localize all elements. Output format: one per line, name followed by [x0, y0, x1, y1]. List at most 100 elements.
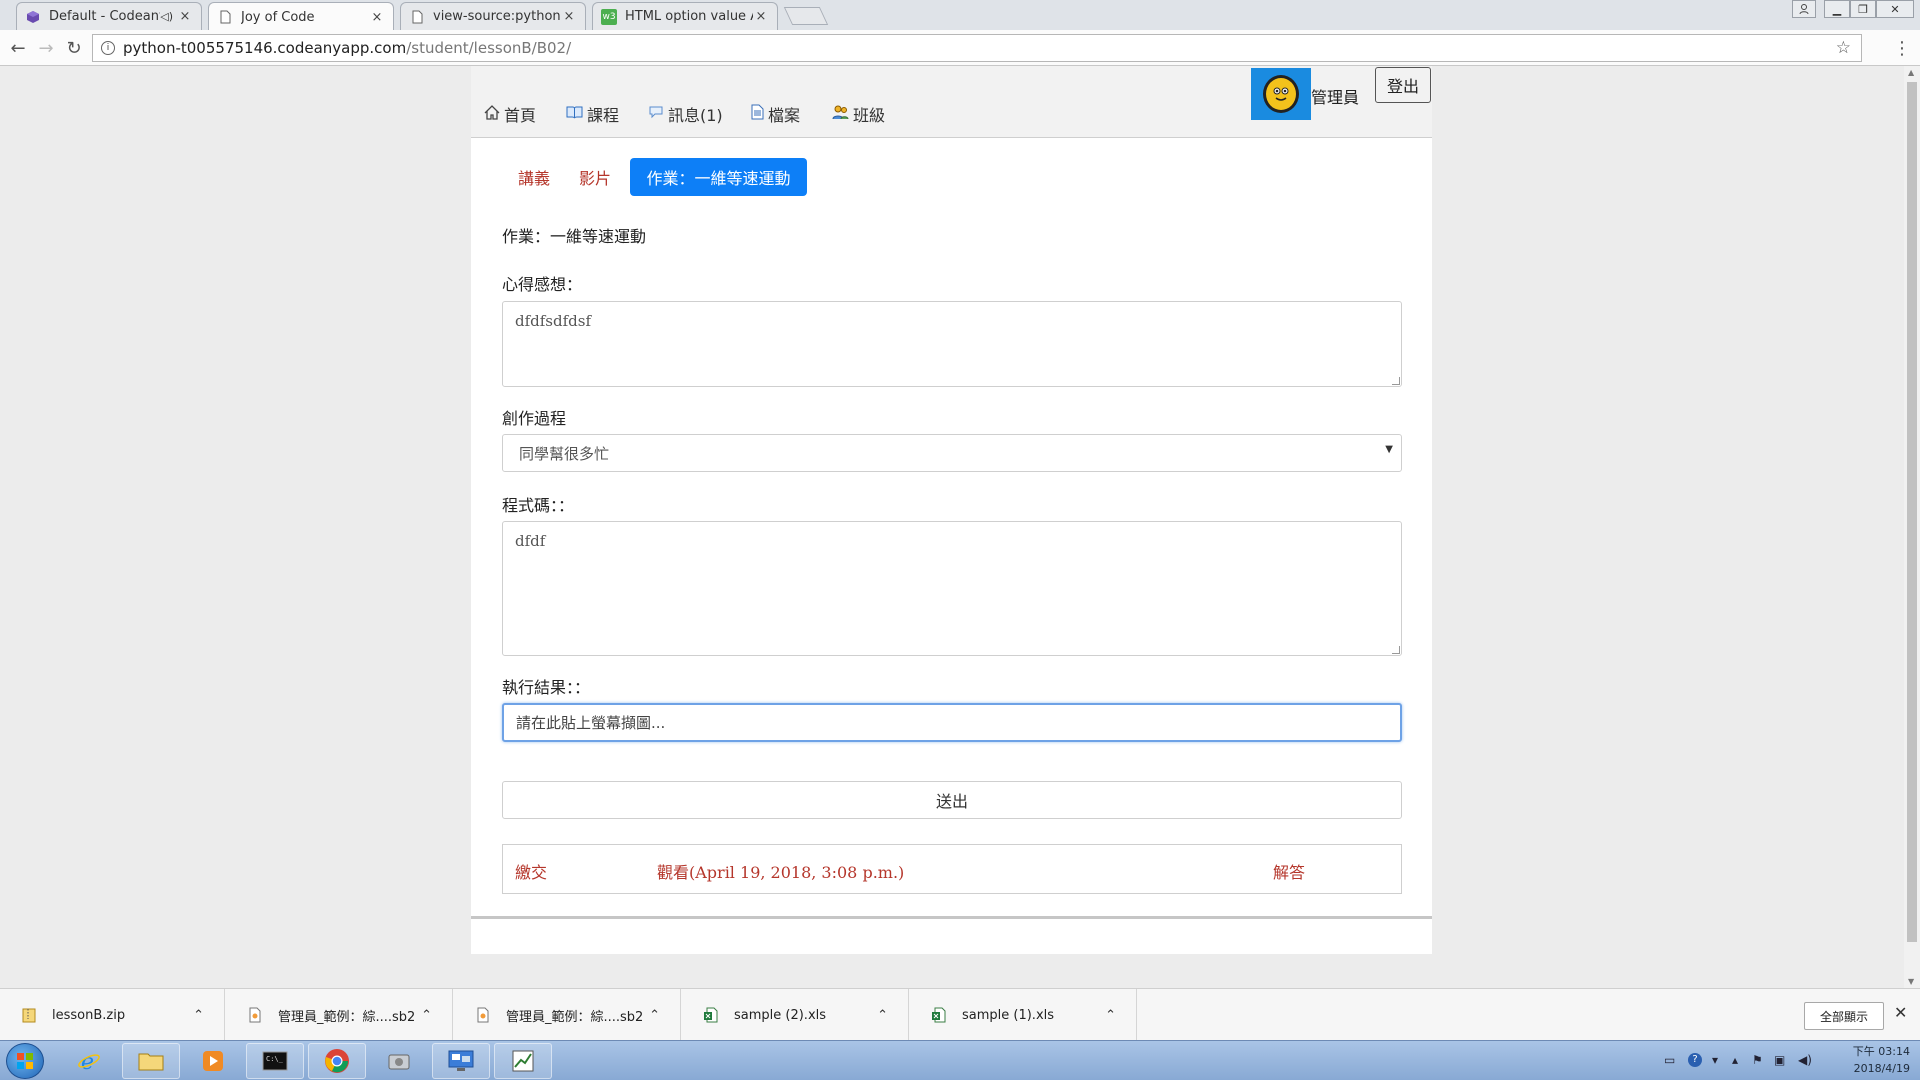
show-all-downloads-button[interactable]: 全部顯示 — [1804, 1002, 1884, 1030]
footer-divider — [471, 916, 1432, 919]
chart-app-icon[interactable] — [494, 1043, 552, 1079]
nav-item-class[interactable]: 班級 — [832, 102, 885, 126]
url-input[interactable]: i python-t005575146.codeanyapp.com/stude… — [92, 34, 1862, 62]
username: 管理員 — [1311, 88, 1360, 107]
nav-item-courses[interactable]: 課程 — [566, 102, 619, 126]
file-icon — [751, 104, 764, 124]
nav-label: 課程 — [587, 106, 620, 125]
restore-icon[interactable]: ❐ — [1850, 0, 1876, 18]
page-scrollbar[interactable]: ▲ ▼ — [1904, 66, 1920, 988]
download-item[interactable]: sample (1).xls ⌃ — [910, 989, 1137, 1041]
windows-taskbar: e C:\_ ▭ ? ▾ ▴ ⚑ ▣ ◀) 下午 03:14 2018/4/19 — [0, 1040, 1920, 1080]
volume-icon[interactable]: ◀) — [1798, 1053, 1812, 1067]
tab-assignment[interactable]: 作業：一維等速運動 — [630, 158, 807, 196]
download-item[interactable]: 管理員_範例：綜....sb2 ⌃ — [226, 989, 453, 1041]
tab-lecture[interactable]: 講義 — [509, 158, 559, 196]
flag-icon[interactable]: ⚑ — [1752, 1053, 1763, 1067]
zip-folder-icon — [20, 1005, 38, 1025]
document-icon — [474, 1005, 492, 1025]
scroll-down-icon[interactable]: ▼ — [1908, 977, 1914, 986]
nav-item-messages[interactable]: 訊息(1) — [648, 102, 723, 126]
viewed-link[interactable]: 觀看(April 19, 2018, 3:08 p.m.) — [657, 859, 904, 883]
nav-label: 訊息(1) — [668, 106, 723, 125]
help-icon[interactable]: ? — [1688, 1053, 1702, 1067]
browser-tab[interactable]: Default - Codeanyw ◁) × — [16, 2, 202, 30]
mute-icon[interactable]: ◁) — [160, 10, 173, 23]
window-close-icon[interactable]: ✕ — [1876, 0, 1914, 18]
code-textarea[interactable]: dfdf — [502, 521, 1402, 656]
close-icon[interactable]: ✕ — [1894, 1003, 1907, 1022]
system-clock[interactable]: 下午 03:14 2018/4/19 — [1820, 1043, 1910, 1077]
chevron-up-icon[interactable]: ⌃ — [877, 1008, 888, 1023]
windows-start-icon[interactable] — [6, 1043, 44, 1079]
users-icon — [832, 105, 849, 124]
show-hidden-icons-icon[interactable]: ▴ — [1732, 1053, 1738, 1067]
tab-title: view-source:python-t0 — [433, 9, 561, 24]
close-icon[interactable]: × — [177, 9, 193, 24]
process-value: 同學幫很多忙 — [519, 445, 610, 463]
chevron-up-icon[interactable]: ⌃ — [649, 1008, 660, 1023]
settings-tools-icon[interactable] — [370, 1043, 428, 1079]
back-arrow-icon[interactable]: ← — [6, 36, 30, 60]
keyboard-icon[interactable]: ▭ — [1664, 1053, 1675, 1067]
close-icon[interactable]: × — [753, 9, 769, 24]
download-name: 管理員_範例：綜....sb2 — [506, 1009, 644, 1025]
scrollbar-thumb[interactable] — [1907, 82, 1917, 942]
download-item[interactable]: 管理員_範例：綜....sb2 ⌃ — [454, 989, 681, 1041]
excel-icon — [702, 1005, 720, 1025]
browser-tab-active[interactable]: Joy of Code × — [208, 2, 394, 31]
submit-button[interactable]: 送出 — [502, 781, 1402, 819]
bookmark-star-icon[interactable]: ☆ — [1836, 38, 1851, 58]
new-tab-button[interactable] — [783, 7, 829, 25]
minimize-icon[interactable]: ▁ — [1824, 0, 1850, 18]
network-status-icon[interactable]: ▾ — [1712, 1053, 1718, 1067]
download-item[interactable]: sample (2).xls ⌃ — [682, 989, 909, 1041]
scroll-up-icon[interactable]: ▲ — [1908, 68, 1914, 77]
assignment-heading: 作業：一維等速運動 — [502, 227, 647, 246]
tab-video[interactable]: 影片 — [574, 158, 616, 196]
reflection-textarea[interactable]: dfdfsdfdsf — [502, 301, 1402, 387]
submit-link[interactable]: 繳交 — [515, 859, 547, 883]
nav-item-home[interactable]: 首頁 — [484, 102, 536, 126]
file-explorer-icon[interactable] — [122, 1043, 180, 1079]
remote-desktop-icon[interactable] — [432, 1043, 490, 1079]
result-input[interactable]: 請在此貼上螢幕擷圖... — [502, 703, 1402, 742]
internet-explorer-icon[interactable]: e — [60, 1043, 118, 1079]
chat-icon — [648, 105, 664, 123]
answer-link[interactable]: 解答 — [1273, 859, 1305, 883]
monitor-icon[interactable]: ▣ — [1774, 1053, 1785, 1067]
browser-tab[interactable]: w3 HTML option value Att × — [592, 2, 778, 30]
avatar[interactable] — [1251, 68, 1311, 120]
download-name: sample (2).xls — [734, 1007, 827, 1023]
address-toolbar: ← → ↻ i python-t005575146.codeanyapp.com… — [0, 30, 1920, 66]
code-value: dfdf — [515, 532, 546, 550]
download-item[interactable]: lessonB.zip ⌃ — [0, 989, 225, 1041]
tab-title: HTML option value Att — [625, 9, 753, 24]
close-icon[interactable]: × — [561, 9, 577, 24]
nav-label: 首頁 — [504, 106, 537, 125]
bee-icon — [1263, 75, 1299, 113]
reload-icon[interactable]: ↻ — [62, 36, 86, 60]
chevron-up-icon[interactable]: ⌃ — [421, 1008, 432, 1023]
info-icon[interactable]: i — [101, 41, 115, 55]
chrome-icon[interactable] — [308, 1043, 366, 1079]
media-player-icon[interactable] — [184, 1043, 242, 1079]
tab-title: Default - Codeanyw — [49, 9, 160, 24]
logout-button[interactable]: 登出 — [1375, 67, 1431, 103]
profile-icon[interactable] — [1792, 0, 1816, 18]
resize-handle[interactable] — [1392, 646, 1400, 654]
submission-status-row: 繳交 觀看(April 19, 2018, 3:08 p.m.) 解答 — [502, 844, 1402, 894]
command-prompt-icon[interactable]: C:\_ — [246, 1043, 304, 1079]
download-name: lessonB.zip — [52, 1007, 126, 1023]
resize-handle[interactable] — [1392, 377, 1400, 385]
nav-item-files[interactable]: 檔案 — [751, 102, 800, 126]
menu-kebab-icon[interactable]: ⋮ — [1890, 36, 1914, 60]
nav-label: 班級 — [853, 106, 886, 125]
close-icon[interactable]: × — [369, 10, 385, 25]
process-select[interactable]: 同學幫很多忙 ▼ — [502, 434, 1402, 472]
browser-tab[interactable]: view-source:python-t0 × — [400, 2, 586, 30]
download-name: sample (1).xls — [962, 1007, 1055, 1023]
chevron-up-icon[interactable]: ⌃ — [1105, 1008, 1116, 1023]
chevron-up-icon[interactable]: ⌃ — [193, 1008, 204, 1023]
forward-arrow-icon[interactable]: → — [34, 36, 58, 60]
